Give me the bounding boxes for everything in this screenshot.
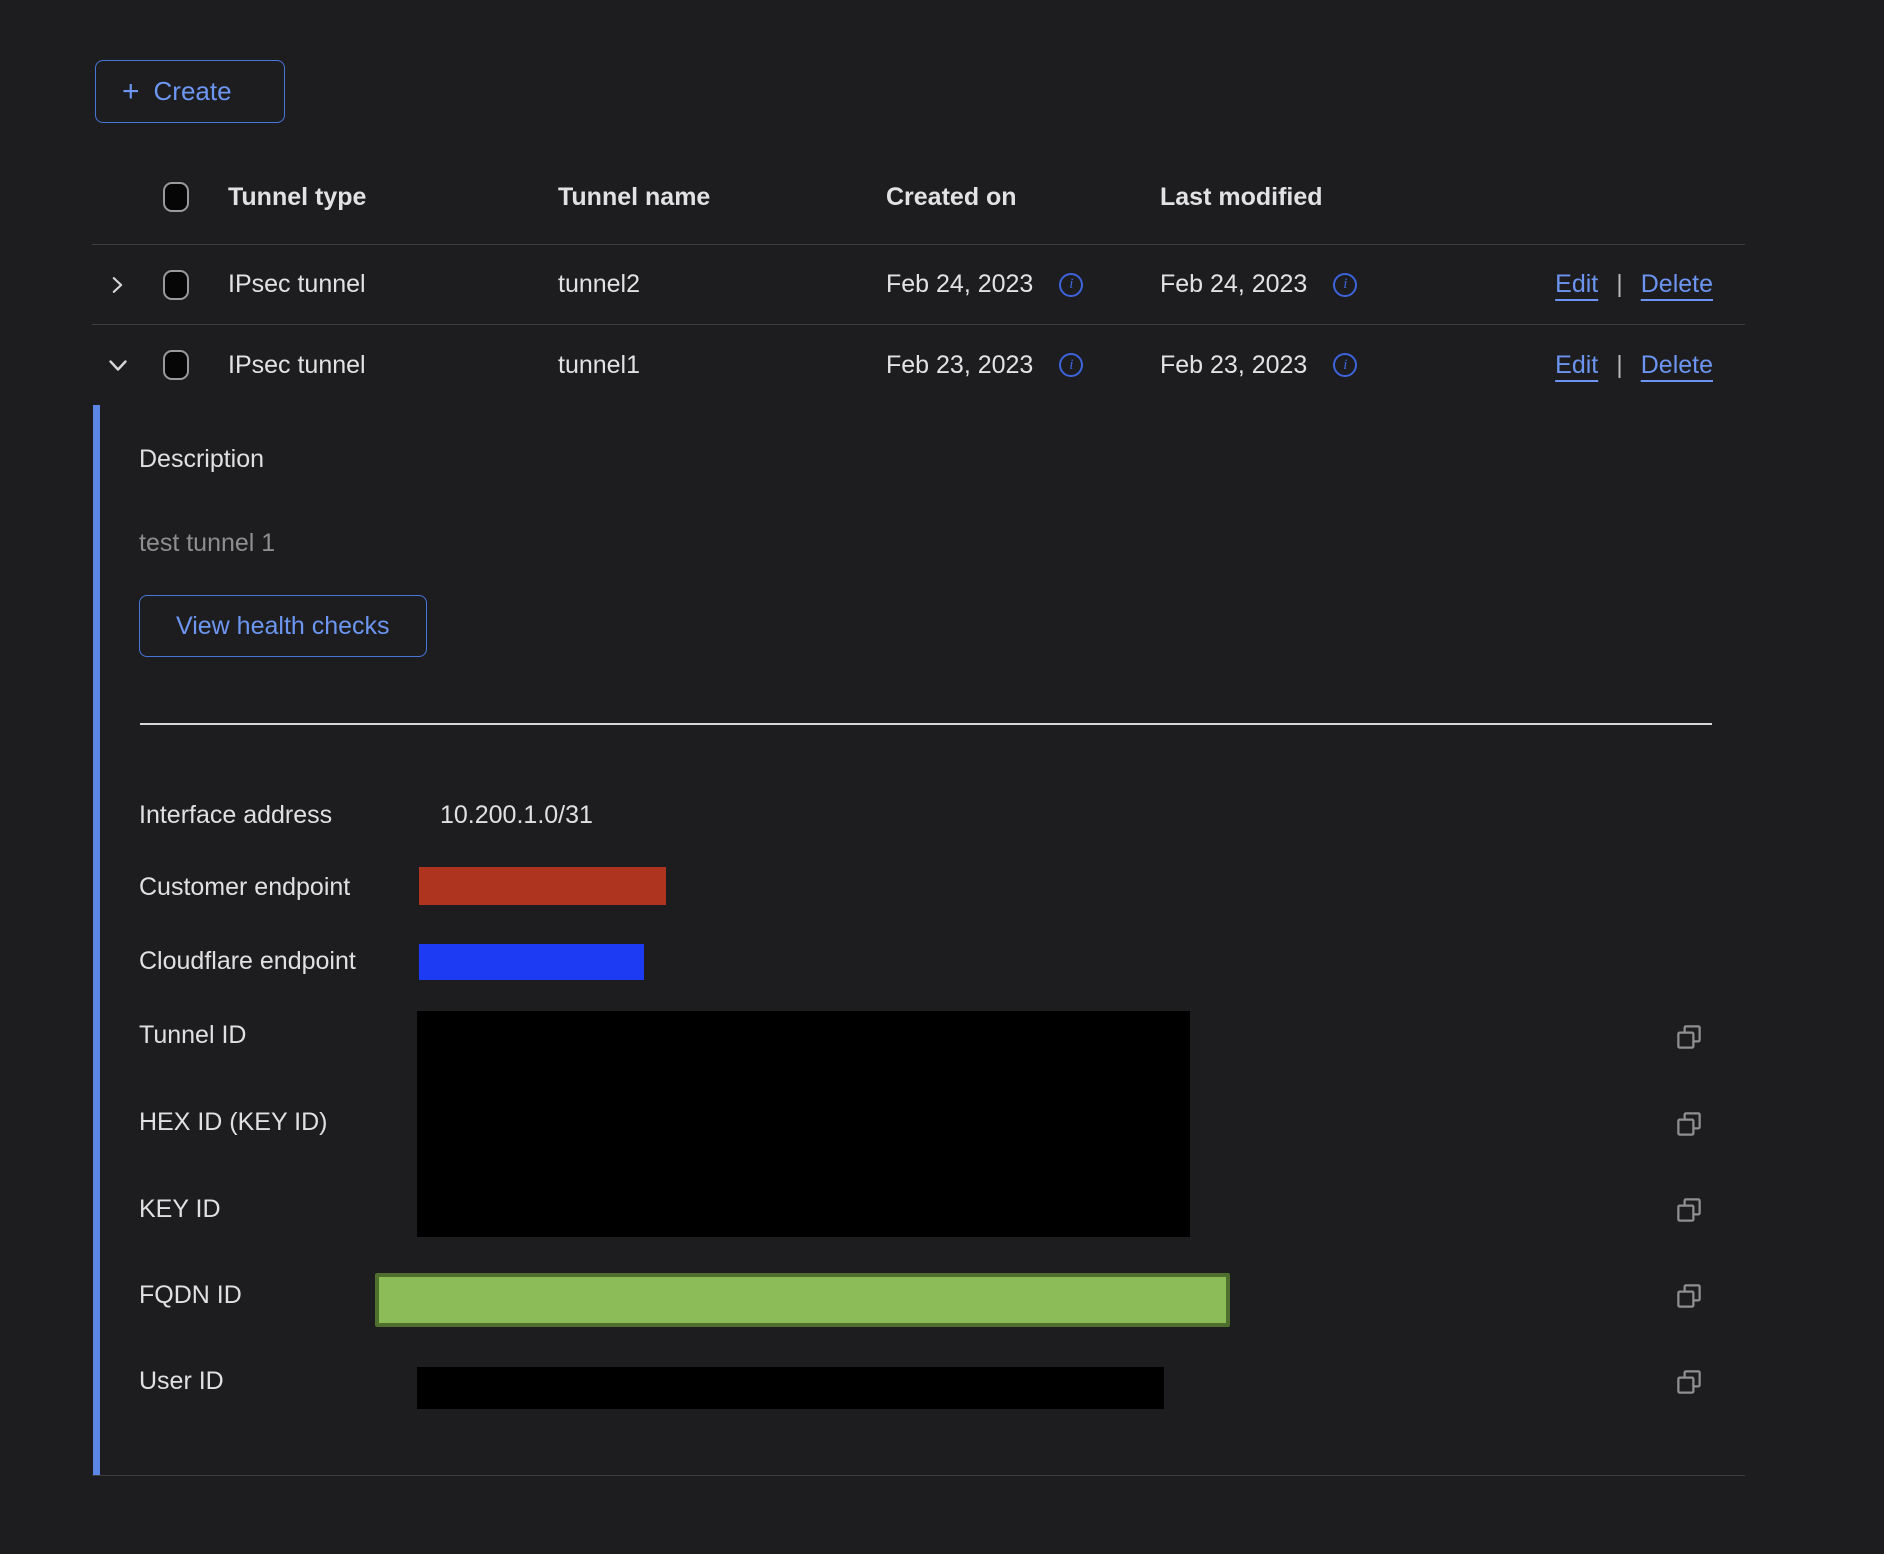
copy-icon: [1674, 1022, 1704, 1052]
delete-link[interactable]: Delete: [1641, 351, 1713, 380]
fqdn-id-label: FQDN ID: [139, 1281, 242, 1310]
cloudflare-endpoint-label: Cloudflare endpoint: [139, 947, 356, 976]
create-button-label: Create: [154, 76, 232, 107]
tunnel-name-cell: tunnel2: [558, 270, 886, 299]
description-value: test tunnel 1: [139, 529, 275, 558]
col-header-tunnel-name: Tunnel name: [558, 183, 886, 212]
created-on-value: Feb 23, 2023: [886, 351, 1033, 380]
customer-endpoint-redaction: [419, 867, 666, 905]
description-label: Description: [139, 445, 264, 474]
copy-user-id-button[interactable]: [1674, 1367, 1704, 1397]
copy-key-id-button[interactable]: [1674, 1195, 1704, 1225]
tunnels-page: + Create Tunnel type Tunnel name Created…: [0, 0, 1884, 1554]
copy-icon: [1674, 1281, 1704, 1311]
info-icon[interactable]: i: [1333, 273, 1357, 297]
col-header-tunnel-type: Tunnel type: [228, 183, 558, 212]
section-divider: [140, 723, 1712, 725]
actions-separator: |: [1616, 270, 1623, 299]
delete-link[interactable]: Delete: [1641, 270, 1713, 299]
tunnel-type-cell: IPsec tunnel: [228, 351, 558, 380]
copy-hex-id-button[interactable]: [1674, 1109, 1704, 1139]
actions-separator: |: [1616, 351, 1623, 380]
copy-icon: [1674, 1195, 1704, 1225]
interface-address-value: 10.200.1.0/31: [440, 801, 593, 830]
copy-icon: [1674, 1367, 1704, 1397]
last-modified-value: Feb 24, 2023: [1160, 270, 1307, 299]
tunnels-table: Tunnel type Tunnel name Created on Last …: [92, 150, 1745, 1476]
copy-fqdn-id-button[interactable]: [1674, 1281, 1704, 1311]
col-header-created-on: Created on: [886, 183, 1160, 212]
fqdn-id-redaction: [375, 1273, 1230, 1327]
created-on-value: Feb 24, 2023: [886, 270, 1033, 299]
collapse-row-button[interactable]: [102, 349, 134, 381]
table-header-row: Tunnel type Tunnel name Created on Last …: [92, 150, 1745, 245]
table-row: IPsec tunnel tunnel2 Feb 24, 2023 i Feb …: [92, 245, 1745, 325]
select-all-checkbox[interactable]: [163, 182, 189, 212]
row-checkbox[interactable]: [163, 270, 189, 300]
ids-redaction-block: [417, 1011, 1190, 1237]
user-id-label: User ID: [139, 1367, 224, 1396]
key-id-label: KEY ID: [139, 1195, 221, 1224]
view-health-checks-button[interactable]: View health checks: [139, 595, 427, 657]
copy-icon: [1674, 1109, 1704, 1139]
info-icon[interactable]: i: [1059, 353, 1083, 377]
tunnel-name-cell: tunnel1: [558, 351, 886, 380]
chevron-right-icon: [106, 274, 128, 296]
table-row: IPsec tunnel tunnel1 Feb 23, 2023 i Feb …: [92, 325, 1745, 405]
info-icon[interactable]: i: [1333, 353, 1357, 377]
hex-id-label: HEX ID (KEY ID): [139, 1108, 327, 1137]
user-id-redaction: [417, 1367, 1164, 1409]
customer-endpoint-label: Customer endpoint: [139, 873, 350, 902]
tunnel-id-label: Tunnel ID: [139, 1021, 246, 1050]
interface-address-label: Interface address: [139, 801, 332, 830]
create-button[interactable]: + Create: [95, 60, 285, 123]
copy-tunnel-id-button[interactable]: [1674, 1022, 1704, 1052]
edit-link[interactable]: Edit: [1555, 270, 1598, 299]
row-checkbox[interactable]: [163, 350, 189, 380]
tunnel-type-cell: IPsec tunnel: [228, 270, 558, 299]
expand-row-button[interactable]: [102, 270, 132, 300]
cloudflare-endpoint-redaction: [419, 944, 644, 980]
col-header-last-modified: Last modified: [1160, 183, 1544, 212]
plus-icon: +: [122, 77, 140, 107]
chevron-down-icon: [106, 353, 130, 377]
tunnel-detail-panel: Description test tunnel 1 View health ch…: [93, 405, 1745, 1475]
info-icon[interactable]: i: [1059, 273, 1083, 297]
last-modified-value: Feb 23, 2023: [1160, 351, 1307, 380]
edit-link[interactable]: Edit: [1555, 351, 1598, 380]
